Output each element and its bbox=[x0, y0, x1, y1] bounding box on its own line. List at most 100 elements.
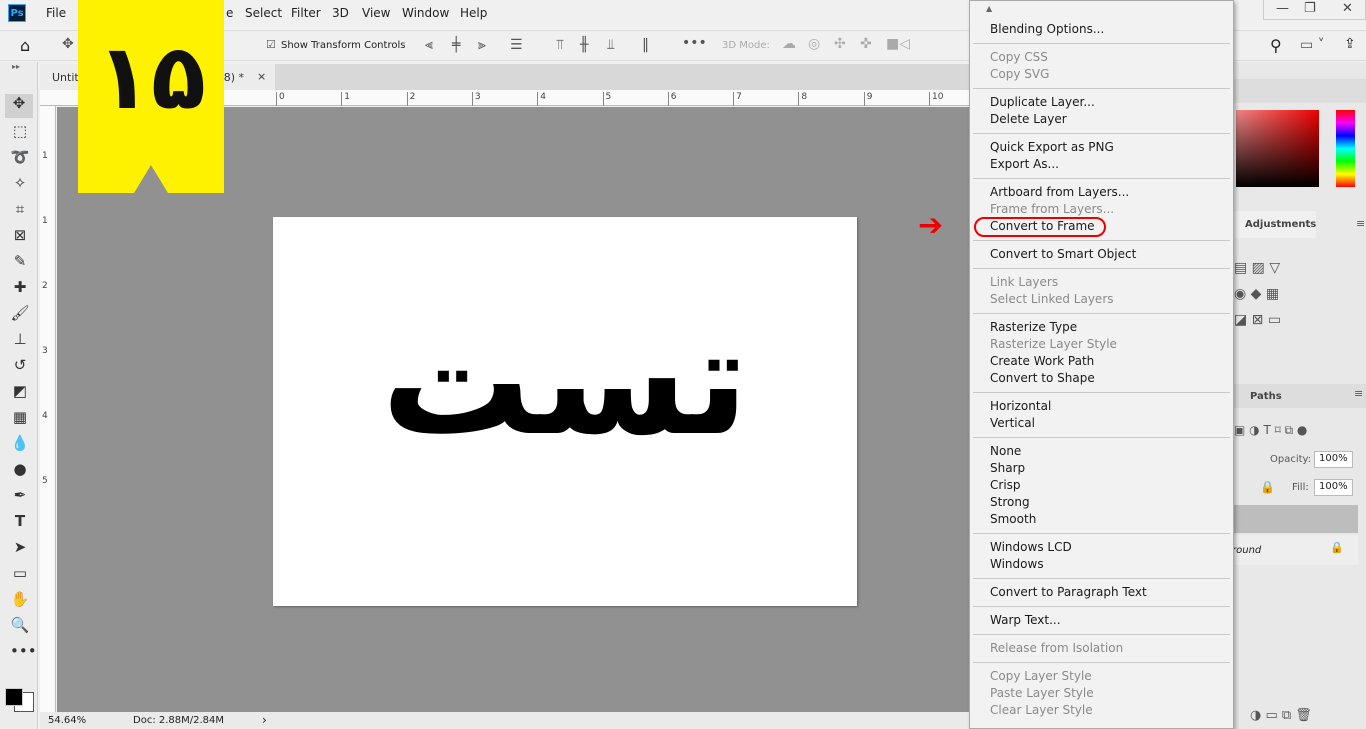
menu-window[interactable]: Window bbox=[402, 6, 449, 20]
restore-button[interactable]: ❐ bbox=[1304, 1, 1316, 16]
panel-menu-icon[interactable]: ≡ bbox=[1356, 217, 1365, 230]
menu-item-rasterize-type[interactable]: Rasterize Type bbox=[970, 319, 1233, 336]
align-left-icon[interactable]: ⫷ bbox=[425, 37, 433, 53]
zoom-level[interactable]: 54.64% bbox=[48, 715, 86, 726]
3d-slide-icon[interactable]: ✜ bbox=[860, 36, 872, 52]
move-tool[interactable]: ✥ bbox=[5, 94, 33, 118]
menu-item-convert-to-smart-object[interactable]: Convert to Smart Object bbox=[970, 246, 1233, 263]
document-canvas[interactable]: تست bbox=[273, 217, 857, 606]
dodge-tool-icon[interactable]: ● bbox=[10, 460, 30, 478]
menu-item-export-as[interactable]: Export As... bbox=[970, 156, 1233, 173]
more-options-icon[interactable]: ••• bbox=[682, 35, 707, 51]
eyedropper-tool-icon[interactable]: ✎ bbox=[10, 252, 30, 270]
blur-tool-icon[interactable]: 💧 bbox=[10, 434, 30, 452]
menu-item-horizontal[interactable]: Horizontal bbox=[970, 398, 1233, 415]
menu-help[interactable]: Help bbox=[460, 6, 487, 20]
home-icon[interactable]: ⌂ bbox=[20, 36, 30, 55]
layer-row-background[interactable]: round 🔒 bbox=[1232, 535, 1358, 565]
distribute-icon[interactable]: ☰ bbox=[510, 37, 523, 53]
align-middle-icon[interactable]: ╫ bbox=[580, 37, 588, 53]
hue-slider[interactable] bbox=[1336, 110, 1355, 187]
show-transform-controls-label[interactable]: Show Transform Controls bbox=[281, 40, 405, 51]
menu-view[interactable]: View bbox=[362, 6, 390, 20]
menu-separator bbox=[970, 173, 1233, 184]
tab-adjustments-label: Adjustments bbox=[1245, 219, 1317, 230]
menu-item-windows-lcd[interactable]: Windows LCD bbox=[970, 539, 1233, 556]
menu-item-none[interactable]: None bbox=[970, 443, 1233, 460]
menu-item-create-work-path[interactable]: Create Work Path bbox=[970, 353, 1233, 370]
pen-tool-icon[interactable]: ✒ bbox=[10, 486, 30, 504]
magic-wand-tool-icon[interactable]: ✧ bbox=[10, 174, 30, 192]
share-icon[interactable]: ⇪ bbox=[1344, 36, 1356, 52]
fill-field[interactable]: 100% bbox=[1314, 479, 1353, 496]
menu-item-windows[interactable]: Windows bbox=[970, 556, 1233, 573]
adjustment-icons-row1[interactable]: ▤ ▨ ▽ bbox=[1234, 260, 1280, 276]
menu-item-blending-options[interactable]: Blending Options... bbox=[970, 21, 1233, 38]
menu-select[interactable]: Select bbox=[245, 6, 282, 20]
search-icon[interactable]: ⚲ bbox=[1270, 36, 1282, 55]
menu-item-quick-export-as-png[interactable]: Quick Export as PNG bbox=[970, 139, 1233, 156]
menu-item-sharp[interactable]: Sharp bbox=[970, 460, 1233, 477]
shape-tool-icon[interactable]: ▭ bbox=[10, 564, 30, 582]
layer-bottom-icons[interactable]: ◑ ▭ ⧉ 🗑 bbox=[1250, 708, 1312, 723]
3d-camera-icon[interactable]: ■◁ bbox=[886, 36, 910, 52]
collapse-icon[interactable]: ▸▸ bbox=[6, 62, 26, 71]
menu-item-convert-to-shape[interactable]: Convert to Shape bbox=[970, 370, 1233, 387]
adjustment-icons-row3[interactable]: ◪ ⊠ ▭ bbox=[1234, 312, 1281, 328]
align-top-icon[interactable]: ⫪ bbox=[556, 37, 564, 53]
layers-panel-menu-icon[interactable]: ≡ bbox=[1354, 387, 1363, 400]
path-selection-tool-icon[interactable]: ➤ bbox=[10, 538, 30, 556]
tab-paths[interactable]: Paths bbox=[1250, 391, 1282, 402]
align-right-icon[interactable]: ⫸ bbox=[478, 37, 486, 53]
type-tool-icon[interactable]: T bbox=[10, 512, 30, 530]
menu-item-strong[interactable]: Strong bbox=[970, 494, 1233, 511]
close-window-button[interactable]: ✕ bbox=[1342, 1, 1353, 16]
frame-tool-icon[interactable]: ⊠ bbox=[10, 226, 30, 244]
opacity-field[interactable]: 100% bbox=[1314, 451, 1353, 468]
checkbox-checked-icon[interactable]: ☑ bbox=[266, 38, 276, 51]
3d-pan-icon[interactable]: ✣ bbox=[834, 36, 846, 52]
menu-filter[interactable]: Filter bbox=[291, 6, 321, 20]
more-tools-icon[interactable]: ••• bbox=[10, 642, 37, 660]
zoom-tool-icon[interactable]: 🔍 bbox=[10, 616, 30, 634]
menu-item-crisp[interactable]: Crisp bbox=[970, 477, 1233, 494]
brush-tool-icon[interactable]: 🖌 bbox=[10, 304, 30, 322]
crop-tool-icon[interactable]: ⌗ bbox=[10, 200, 30, 218]
align-center-icon[interactable]: ╪ bbox=[452, 37, 460, 53]
layer-filter-icons[interactable]: ▣ ◑ T ⌑ ⧉ ● bbox=[1234, 423, 1307, 438]
healing-brush-tool-icon[interactable]: ✚ bbox=[10, 278, 30, 296]
color-picker-field[interactable] bbox=[1236, 110, 1319, 187]
foreground-color-swatch[interactable] bbox=[5, 688, 23, 706]
history-brush-tool-icon[interactable]: ↺ bbox=[10, 356, 30, 374]
menu-item-vertical[interactable]: Vertical bbox=[970, 415, 1233, 432]
menu-item-warp-text[interactable]: Warp Text... bbox=[970, 612, 1233, 629]
3d-roll-icon[interactable]: ◎ bbox=[808, 36, 820, 52]
scroll-up-icon[interactable]: ▲ bbox=[986, 4, 992, 13]
distribute-vertical-icon[interactable]: ‖ bbox=[642, 37, 649, 53]
menu-3d[interactable]: 3D bbox=[332, 6, 349, 20]
marquee-tool-icon[interactable]: ⬚ bbox=[10, 122, 30, 140]
workspace-icon[interactable]: ▭ ˅ bbox=[1300, 37, 1325, 53]
eraser-tool-icon[interactable]: ◩ bbox=[10, 382, 30, 400]
minimize-button[interactable]: — bbox=[1276, 1, 1289, 16]
lock-icon[interactable]: 🔒 bbox=[1260, 480, 1275, 494]
3d-orbit-icon[interactable]: ☁ bbox=[782, 36, 796, 52]
menu-item-smooth[interactable]: Smooth bbox=[970, 511, 1233, 528]
menu-item-convert-to-paragraph-text[interactable]: Convert to Paragraph Text bbox=[970, 584, 1233, 601]
lasso-tool-icon[interactable]: ➰ bbox=[10, 148, 30, 166]
status-arrow-icon[interactable]: › bbox=[262, 713, 267, 727]
close-tab-icon[interactable]: × bbox=[257, 70, 266, 83]
menu-type-tail[interactable]: e bbox=[226, 6, 233, 20]
menu-file[interactable]: File bbox=[46, 6, 66, 20]
gradient-tool-icon[interactable]: ▦ bbox=[10, 408, 30, 426]
adjustment-icons-row2[interactable]: ◉ ◆ ▦ bbox=[1234, 286, 1279, 302]
menu-item-duplicate-layer[interactable]: Duplicate Layer... bbox=[970, 94, 1233, 111]
tab-adjustments[interactable]: Adjustments bbox=[1234, 211, 1316, 238]
canvas-text-layer[interactable]: تست bbox=[273, 297, 857, 467]
menu-item-artboard-from-layers[interactable]: Artboard from Layers... bbox=[970, 184, 1233, 201]
hand-tool-icon[interactable]: ✋ bbox=[10, 590, 30, 608]
menu-item-delete-layer[interactable]: Delete Layer bbox=[970, 111, 1233, 128]
stamp-tool-icon[interactable]: ⊥ bbox=[10, 330, 30, 348]
align-bottom-icon[interactable]: ⫫ bbox=[607, 37, 615, 53]
layer-row-text[interactable] bbox=[1234, 505, 1358, 533]
